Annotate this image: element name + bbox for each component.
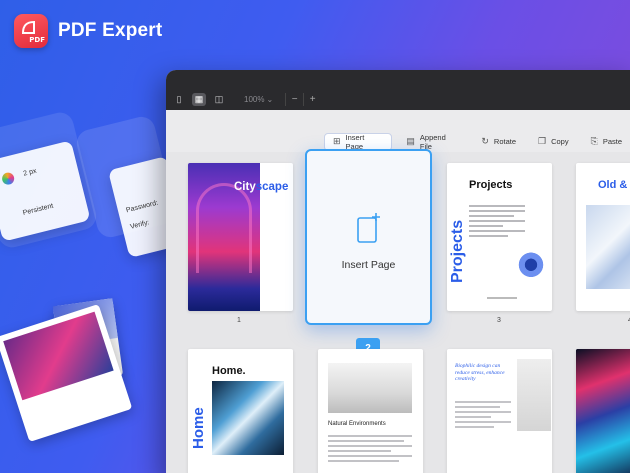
append-file-icon: ▤ bbox=[406, 136, 415, 146]
color-wheel-icon bbox=[0, 171, 16, 186]
append-file-button[interactable]: ▤ Append File bbox=[398, 133, 467, 151]
page-title: Home. bbox=[212, 365, 246, 377]
grid-view-icon[interactable]: ▦ bbox=[192, 92, 206, 106]
zoom-select[interactable]: 100% ⌄ bbox=[244, 95, 273, 104]
page-thumbnail-grid: Cityscape 1 Insert Page 2 Projects Proje… bbox=[166, 149, 630, 473]
pdf-expert-logo-icon: PDF bbox=[14, 14, 48, 48]
page-title: Biophilic design can reduce stress, enha… bbox=[455, 363, 505, 383]
rotate-label: Rotate bbox=[493, 137, 517, 146]
paste-label: Paste bbox=[602, 137, 622, 146]
zoom-out-button[interactable]: − bbox=[285, 92, 303, 106]
brand-name: PDF Expert bbox=[58, 20, 163, 41]
page-thumbnail-1[interactable]: Cityscape bbox=[188, 163, 293, 311]
insert-page-icon: ⊞ bbox=[333, 136, 341, 146]
page-thumbnail-3[interactable]: Projects Projects bbox=[447, 163, 552, 311]
flower-image bbox=[513, 245, 549, 289]
brand: PDF PDF Expert bbox=[14, 14, 162, 48]
landscape-image bbox=[328, 363, 412, 413]
body-text-lines bbox=[469, 205, 525, 240]
body-text-lines bbox=[455, 401, 511, 431]
top-toolbar: ▯ ▦ ◫ 100% ⌄ − + bbox=[166, 88, 630, 110]
page-thumbnail-4[interactable]: Old & bbox=[576, 163, 630, 311]
logo-tag: PDF bbox=[29, 36, 45, 44]
page-thumbnail-6[interactable]: Natural Environments bbox=[318, 349, 423, 473]
body-text-lines bbox=[328, 435, 412, 465]
page-number: 3 bbox=[497, 317, 501, 324]
page-number: 1 bbox=[237, 317, 241, 324]
zoom-value: 100% bbox=[244, 94, 265, 104]
paste-icon: ⎘ bbox=[590, 136, 598, 146]
page-thumbnail-5[interactable]: Home. Home bbox=[188, 349, 293, 473]
paste-button[interactable]: ⎘ Paste bbox=[583, 133, 630, 151]
page-title: Natural Environments bbox=[328, 421, 386, 427]
vertical-title: Projects bbox=[449, 219, 466, 283]
size-label: 2 px bbox=[22, 167, 38, 178]
copy-label: Copy bbox=[551, 137, 569, 146]
rotate-icon: ↻ bbox=[481, 136, 489, 146]
zoom-in-button[interactable]: + bbox=[303, 92, 321, 106]
rotate-button[interactable]: ↻ Rotate bbox=[473, 133, 524, 151]
signature-line bbox=[487, 297, 517, 299]
persistent-label: Persistent bbox=[22, 202, 55, 217]
architecture-image bbox=[586, 205, 630, 289]
page-title: Cityscape bbox=[234, 181, 289, 193]
chevron-down-icon: ⌄ bbox=[266, 94, 274, 104]
abstract-image bbox=[576, 349, 630, 473]
insert-page-label: Insert Page bbox=[341, 259, 396, 271]
copy-button[interactable]: ❐ Copy bbox=[530, 133, 577, 151]
page-title: Projects bbox=[469, 179, 513, 191]
page-thumbnail-8[interactable] bbox=[576, 349, 630, 473]
vertical-title: Home bbox=[190, 407, 207, 449]
insert-page-label: Insert Page bbox=[345, 132, 365, 151]
copy-icon: ❐ bbox=[538, 136, 547, 146]
insert-page-button[interactable]: ⊞ Insert Page bbox=[324, 132, 393, 151]
page-layout-icon[interactable]: ◫ bbox=[212, 93, 226, 106]
interior-image bbox=[517, 359, 551, 431]
wave-image bbox=[212, 381, 284, 455]
page-thumbnail-7[interactable]: Biophilic design can reduce stress, enha… bbox=[447, 349, 552, 473]
app-window: ▯ ▦ ◫ 100% ⌄ − + ⊞ Insert Page ▤ Append … bbox=[166, 70, 630, 473]
insert-page-icon bbox=[357, 213, 380, 243]
append-file-label: Append File bbox=[419, 132, 446, 151]
insert-page-placeholder[interactable]: Insert Page bbox=[305, 149, 432, 325]
page-title: Old & bbox=[598, 179, 628, 191]
title-bar bbox=[166, 70, 630, 88]
sidebar-toggle-icon[interactable]: ▯ bbox=[172, 93, 186, 106]
